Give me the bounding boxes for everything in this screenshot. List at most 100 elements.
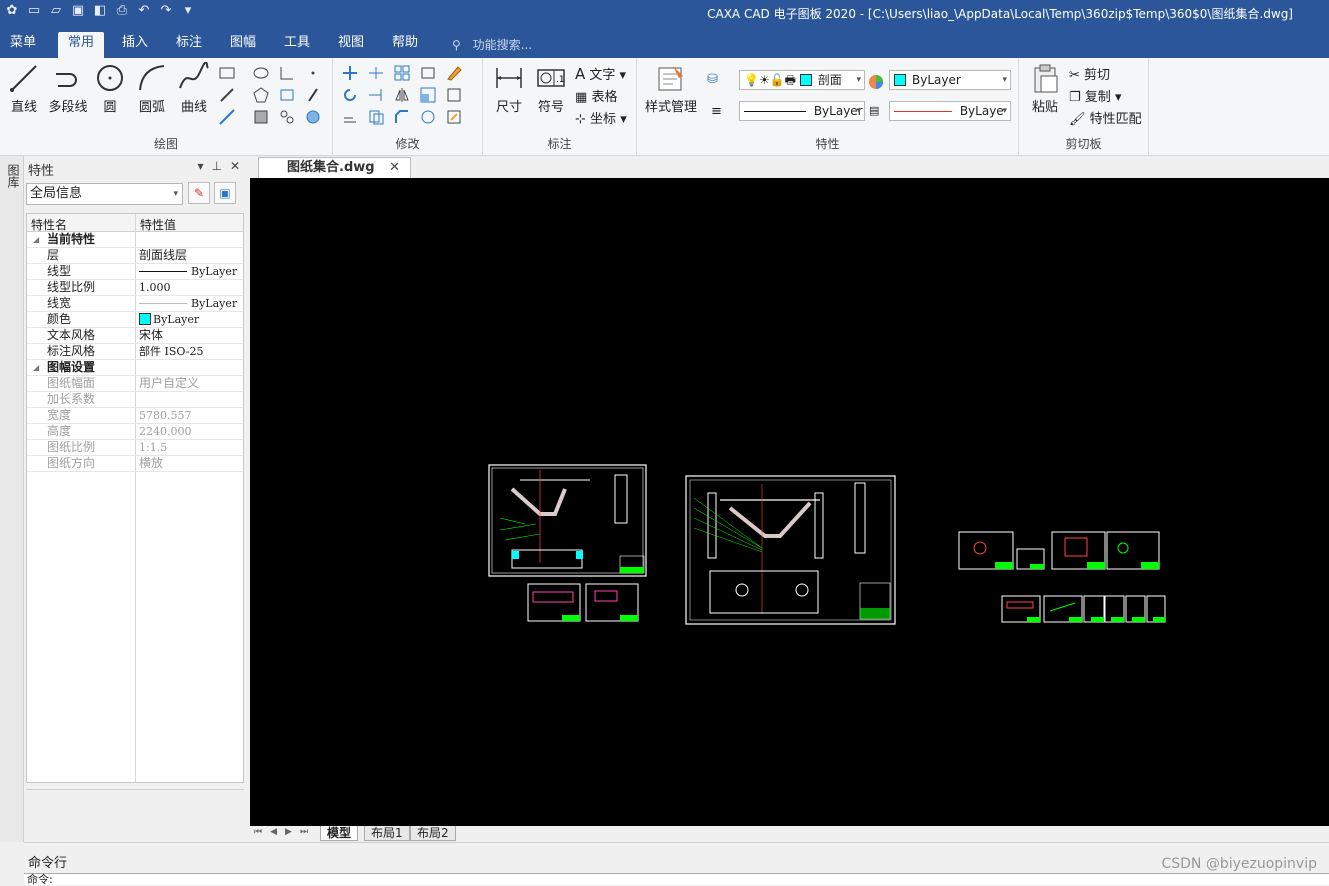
close-tab-icon[interactable]: ✕ [389, 160, 400, 175]
app-icon[interactable]: ✿ [4, 3, 20, 19]
pointer-icon[interactable] [304, 86, 322, 104]
cut-button[interactable]: ✂ 剪切 [1069, 64, 1110, 83]
property-row[interactable]: 图纸方向 横放 [27, 456, 243, 472]
drawing-sheet[interactable] [1043, 595, 1083, 623]
property-row[interactable]: 颜色 ByLayer [27, 312, 243, 328]
text-button[interactable]: A 文字 ▾ [575, 64, 626, 83]
table-button[interactable]: ▦ 表格 [575, 86, 617, 105]
undo-icon[interactable]: ↶ [136, 3, 152, 19]
region-icon[interactable] [252, 108, 270, 126]
trim-icon[interactable] [367, 64, 385, 82]
drawing-canvas[interactable] [250, 178, 1329, 826]
polyline-button[interactable]: 多段线 [46, 62, 90, 115]
tab-layout2[interactable]: 布局2 [410, 826, 456, 841]
document-tab[interactable]: 图纸集合.dwg ✕ [258, 157, 411, 178]
copy-object-icon[interactable] [367, 108, 385, 126]
edit-icon[interactable] [445, 108, 463, 126]
layout-nav-arrows[interactable]: ⏮◀▶⏭ [254, 827, 316, 837]
tab-layout1[interactable]: 布局1 [364, 826, 410, 841]
erase-icon[interactable] [445, 64, 463, 82]
drawing-sheet[interactable] [585, 583, 639, 622]
linetype-icon[interactable]: ≡ [711, 104, 729, 122]
move-icon[interactable] [341, 64, 359, 82]
drawing-sheet[interactable] [1051, 531, 1106, 570]
property-row[interactable]: 文本风格 宋体 [27, 328, 243, 344]
fillet-icon[interactable] [278, 64, 296, 82]
tab-annotate[interactable]: 标注 [166, 32, 212, 58]
style-manager-button[interactable]: 样式管理 [643, 62, 699, 115]
command-input[interactable]: 命令: [24, 873, 1329, 886]
drawing-sheet[interactable] [1125, 595, 1146, 623]
drawing-sheet[interactable] [1106, 531, 1160, 570]
drawing-sheet[interactable] [1104, 595, 1125, 623]
drawing-sheet[interactable] [1083, 595, 1105, 623]
drawing-sheet[interactable] [527, 583, 581, 622]
save-as-icon[interactable]: ◧ [92, 3, 108, 19]
dropdown-icon[interactable]: ▾ [197, 159, 203, 173]
offset-icon[interactable] [341, 108, 359, 126]
tab-tools[interactable]: 工具 [274, 32, 320, 58]
drawing-sheet[interactable] [685, 475, 896, 625]
section-current[interactable]: ◢ 当前特性 [27, 232, 243, 248]
layer-dropdown[interactable]: 💡☀🔓🖶 剖面 [739, 70, 865, 90]
construction-line-icon[interactable] [218, 108, 236, 126]
mirror-icon[interactable] [393, 86, 411, 104]
chamfer-icon[interactable] [393, 108, 411, 126]
ellipse-icon[interactable] [252, 64, 270, 82]
point-icon[interactable] [304, 64, 322, 82]
tab-insert[interactable]: 插入 [112, 32, 158, 58]
explode-icon[interactable] [445, 86, 463, 104]
save-icon[interactable]: ▣ [70, 3, 86, 19]
scale-icon[interactable] [419, 86, 437, 104]
tab-common[interactable]: 常用 [58, 32, 105, 58]
property-row[interactable]: 层 剖面线层 [27, 248, 243, 264]
break-icon[interactable] [419, 108, 437, 126]
tab-sheet[interactable]: 图幅 [220, 32, 266, 58]
hatch-line-icon[interactable] [218, 86, 236, 104]
close-icon[interactable]: ✕ [230, 159, 240, 173]
tab-menu[interactable]: 菜单 [0, 32, 46, 58]
stretch-icon[interactable] [419, 64, 437, 82]
dimension-button[interactable]: 尺寸 [487, 62, 531, 115]
drawing-sheet[interactable] [1146, 595, 1166, 623]
arc-button[interactable]: 圆弧 [130, 62, 174, 115]
linetype-dropdown[interactable]: ByLayer [739, 101, 865, 121]
drawing-sheet[interactable] [488, 464, 647, 577]
tab-view[interactable]: 视图 [328, 32, 374, 58]
print-icon[interactable]: ⎙ [114, 3, 130, 19]
rotate-icon[interactable] [341, 86, 359, 104]
extend-icon[interactable] [367, 86, 385, 104]
feature-search[interactable]: ⚲ 功能搜索... [452, 36, 532, 53]
array-icon[interactable] [393, 64, 411, 82]
curve-button[interactable]: 曲线 [172, 62, 216, 115]
clear-selection-button[interactable]: ✎ [188, 182, 210, 204]
property-row[interactable]: 图纸比例 1:1.5 [27, 440, 243, 456]
pin-icon[interactable]: ⊥ [211, 159, 221, 173]
open-icon[interactable]: ▱ [48, 3, 64, 19]
object-filter-select[interactable]: 全局信息 [26, 183, 183, 205]
circle-button[interactable]: 圆 [88, 62, 132, 115]
property-row[interactable]: 高度 2240.000 [27, 424, 243, 440]
center-line-icon[interactable] [278, 86, 296, 104]
section-sheet[interactable]: ◢ 图幅设置 [27, 360, 243, 376]
property-row[interactable]: 加长系数 [27, 392, 243, 408]
drawing-sheet[interactable] [1001, 595, 1041, 623]
drawing-sheet[interactable] [958, 531, 1014, 570]
redo-icon[interactable]: ↷ [158, 3, 174, 19]
tab-model[interactable]: 模型 [320, 826, 359, 841]
polygon-icon[interactable] [252, 86, 270, 104]
library-tab[interactable]: 图库 [5, 164, 20, 188]
paste-button[interactable]: 粘贴 [1023, 62, 1067, 115]
layer-manager-icon[interactable]: ⛁ [707, 72, 725, 90]
symbol-button[interactable]: .1 符号 [529, 62, 573, 115]
line-button[interactable]: 直线 [2, 62, 46, 115]
lineweight-icon[interactable]: ▤ [869, 104, 887, 122]
property-row[interactable]: 宽度 5780.557 [27, 408, 243, 424]
copy-button[interactable]: ❐ 复制 ▾ [1069, 86, 1121, 105]
block-icon[interactable] [278, 108, 296, 126]
match-properties-button[interactable]: 🖌 特性匹配 [1069, 108, 1142, 127]
customize-icon[interactable]: ▾ [180, 3, 196, 19]
property-row[interactable]: 线宽 ByLayer [27, 296, 243, 312]
rectangle-icon[interactable] [218, 64, 236, 82]
property-row[interactable]: 标注风格 部件 ISO-25 [27, 344, 243, 360]
